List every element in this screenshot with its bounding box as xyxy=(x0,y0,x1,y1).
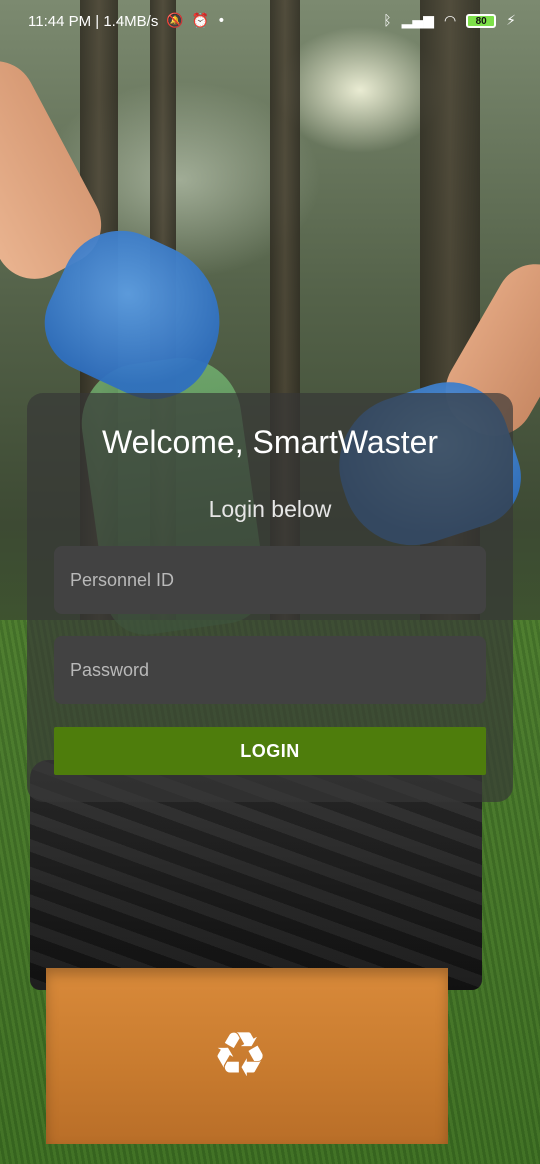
personnel-id-input[interactable] xyxy=(54,546,486,614)
password-input[interactable] xyxy=(54,636,486,704)
login-button[interactable]: LOGIN xyxy=(54,727,486,775)
status-bar: 11:44 PM | 1.4MB/s 🔕 ⏰ • ᛒ ▂▄▆ ◠ 80 ⚡ xyxy=(0,0,540,42)
status-time: 11:44 PM | 1.4MB/s xyxy=(28,12,159,30)
signal-icon: ▂▄▆ xyxy=(401,13,434,29)
login-subtitle: Login below xyxy=(208,496,332,522)
alarm-icon: ⏰ xyxy=(191,13,210,29)
mute-icon: 🔕 xyxy=(166,13,184,29)
battery-level: 80 xyxy=(475,15,487,27)
bluetooth-icon: ᛒ xyxy=(383,13,392,29)
charging-icon: ⚡ xyxy=(506,13,516,29)
battery-icon: 80 xyxy=(466,14,497,28)
dot-icon: • xyxy=(217,13,226,29)
recycle-icon: ♻ xyxy=(212,1018,268,1091)
welcome-title: Welcome, SmartWaster xyxy=(101,424,439,460)
wifi-icon: ◠ xyxy=(443,13,457,29)
